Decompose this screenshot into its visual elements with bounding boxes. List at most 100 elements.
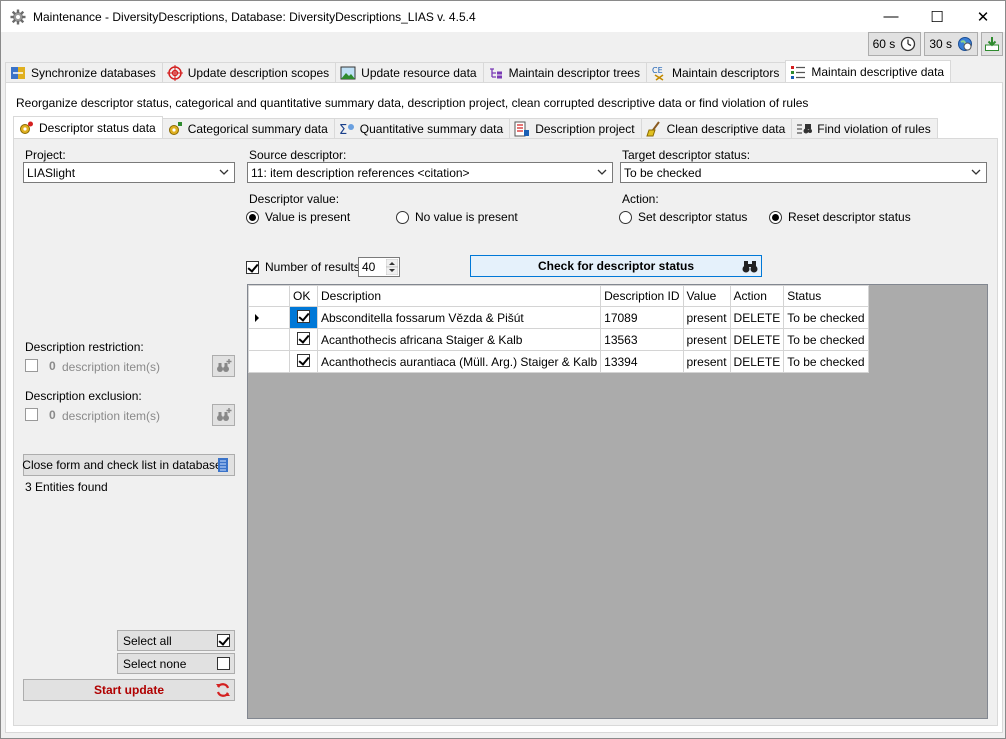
descriptor-tools-icon: CE [652, 66, 664, 81]
action-cell[interactable]: DELETE [729, 328, 785, 351]
tab-update-description-scopes[interactable]: Update description scopes [161, 62, 337, 82]
tab-categorical-summary-data[interactable]: Categorical summary data [161, 118, 335, 138]
tab-description-project[interactable]: Description project [509, 118, 642, 138]
ok-cell[interactable] [289, 306, 318, 329]
project-value: LIASlight [27, 165, 76, 180]
svg-text:Σ: Σ [339, 123, 347, 137]
maintenance-description: Reorganize descriptor status, categorica… [16, 96, 809, 110]
number-of-results-stepper[interactable]: 40 [358, 257, 400, 277]
checked-box-icon [217, 634, 230, 647]
ok-checkbox[interactable] [297, 331, 310, 345]
tab-label: Find violation of rules [817, 121, 931, 136]
tab-update-resource-data[interactable]: Update resource data [335, 62, 484, 82]
descriptive-data-icon [791, 65, 806, 79]
set-status-radio[interactable]: Set descriptor status [619, 210, 747, 224]
tab-label: Maintain descriptor trees [508, 65, 640, 80]
column-header-action[interactable]: Action [729, 285, 785, 307]
refresh-icon [216, 683, 230, 697]
target-status-select[interactable]: To be checked [620, 162, 987, 183]
value-absent-radio[interactable]: No value is present [396, 210, 518, 224]
description-cell[interactable]: Acanthothecis africana Staiger & Kalb [316, 328, 602, 351]
sync-database-icon [11, 66, 25, 79]
table-row[interactable]: Acanthothecis aurantiaca (Müll. Arg.) St… [248, 350, 869, 373]
column-header-status[interactable]: Status [783, 285, 869, 307]
description-cell[interactable]: Acanthothecis aurantiaca (Müll. Arg.) St… [316, 350, 602, 373]
ok-checkbox[interactable] [297, 353, 310, 367]
description-id-cell[interactable]: 13563 [600, 328, 684, 351]
tab-clean-descriptive-data[interactable]: Clean descriptive data [640, 118, 793, 138]
tab-descriptor-status-data[interactable]: Descriptor status data [13, 116, 163, 138]
reset-status-radio[interactable]: Reset descriptor status [769, 210, 911, 224]
timer-60-button[interactable]: 60 s [867, 32, 922, 56]
value-cell[interactable]: present [682, 350, 731, 373]
number-of-results-value: 40 [362, 260, 376, 274]
tab-maintain-descriptive-data[interactable]: Maintain descriptive data [785, 60, 952, 82]
action-cell[interactable]: DELETE [729, 350, 785, 373]
restriction-count: 0 [49, 359, 56, 373]
column-header-description[interactable]: Description [316, 285, 602, 307]
radio-dot [396, 210, 409, 224]
action-cell[interactable]: DELETE [729, 306, 785, 329]
tab-label: Descriptor status data [39, 120, 156, 135]
tab-synchronize-databases[interactable]: Synchronize databases [5, 62, 163, 82]
description-cell[interactable]: Absconditella fossarum Vězda & Pišút [316, 306, 602, 329]
tab-maintain-descriptor-trees[interactable]: Maintain descriptor trees [482, 62, 647, 82]
description-id-cell[interactable]: 13394 [600, 350, 684, 373]
number-of-results-checkbox[interactable]: Number of results: [246, 260, 363, 274]
project-select[interactable]: LIASlight [23, 162, 235, 183]
tab-label: Clean descriptive data [666, 121, 786, 136]
timer-30-button[interactable]: 30 s [924, 32, 978, 56]
export-button[interactable] [981, 32, 1003, 56]
restriction-checkbox[interactable] [25, 359, 38, 372]
restriction-label: Description restriction: [25, 340, 144, 354]
tab-maintain-descriptors[interactable]: CE Maintain descriptors [645, 62, 787, 82]
status-cell[interactable]: To be checked [783, 306, 869, 329]
restriction-search-button[interactable] [212, 355, 235, 377]
status-cell[interactable]: To be checked [783, 328, 869, 351]
column-header-description-id[interactable]: Description ID [600, 285, 684, 307]
minimize-button[interactable]: — [868, 1, 914, 32]
exclusion-checkbox[interactable] [25, 408, 38, 421]
ok-cell[interactable] [289, 350, 318, 373]
descriptor-value-label: Descriptor value: [249, 192, 340, 206]
ok-cell[interactable] [289, 328, 318, 351]
source-descriptor-select[interactable]: 11: item description references <citatio… [247, 162, 613, 183]
image-icon [340, 66, 356, 79]
value-present-radio[interactable]: Value is present [246, 210, 350, 224]
tab-find-violation-of-rules[interactable]: Find violation of rules [791, 118, 938, 138]
row-selector[interactable] [248, 306, 290, 329]
column-header-value[interactable]: Value [682, 285, 731, 307]
value-cell[interactable]: present [682, 306, 731, 329]
close-button[interactable]: ✕ [960, 1, 1006, 32]
table-row[interactable]: Absconditella fossarum Vězda & Pišút 170… [248, 306, 869, 329]
radio-dot [619, 210, 632, 224]
tab-label: Update description scopes [187, 65, 330, 80]
row-selector[interactable] [248, 328, 290, 351]
stepper-arrows-icon[interactable] [386, 259, 398, 275]
row-selector[interactable] [248, 350, 290, 373]
select-none-button[interactable]: Select none [117, 653, 235, 674]
title-bar: Maintenance - DiversityDescriptions, Dat… [1, 1, 1005, 32]
exclusion-search-button[interactable] [212, 404, 235, 426]
ok-checkbox[interactable] [297, 309, 310, 323]
column-header-ok[interactable]: OK [289, 285, 318, 307]
table-row[interactable]: Acanthothecis africana Staiger & Kalb 13… [248, 328, 869, 351]
exclusion-count: 0 [49, 408, 56, 422]
check-descriptor-status-button[interactable]: Check for descriptor status [470, 255, 762, 277]
results-grid[interactable]: OK Description Description ID Value Acti… [247, 284, 988, 719]
description-id-cell[interactable]: 17089 [600, 306, 684, 329]
close-and-check-label: Close form and check list in database [22, 458, 222, 472]
close-and-check-button[interactable]: Close form and check list in database [22, 454, 235, 476]
tab-label: Update resource data [361, 65, 477, 80]
maximize-button[interactable]: ☐ [914, 1, 960, 32]
value-cell[interactable]: present [682, 328, 731, 351]
sigma-icon: Σ [339, 123, 354, 137]
status-cell[interactable]: To be checked [783, 350, 869, 373]
radio-dot [769, 210, 782, 224]
start-update-button[interactable]: Start update [23, 679, 235, 701]
radio-dot [246, 210, 259, 224]
select-all-button[interactable]: Select all [117, 630, 235, 651]
tab-quantitative-summary-data[interactable]: Σ Quantitative summary data [333, 118, 511, 138]
binoculars-add-icon [216, 359, 231, 372]
gear-status-icon [20, 121, 33, 134]
